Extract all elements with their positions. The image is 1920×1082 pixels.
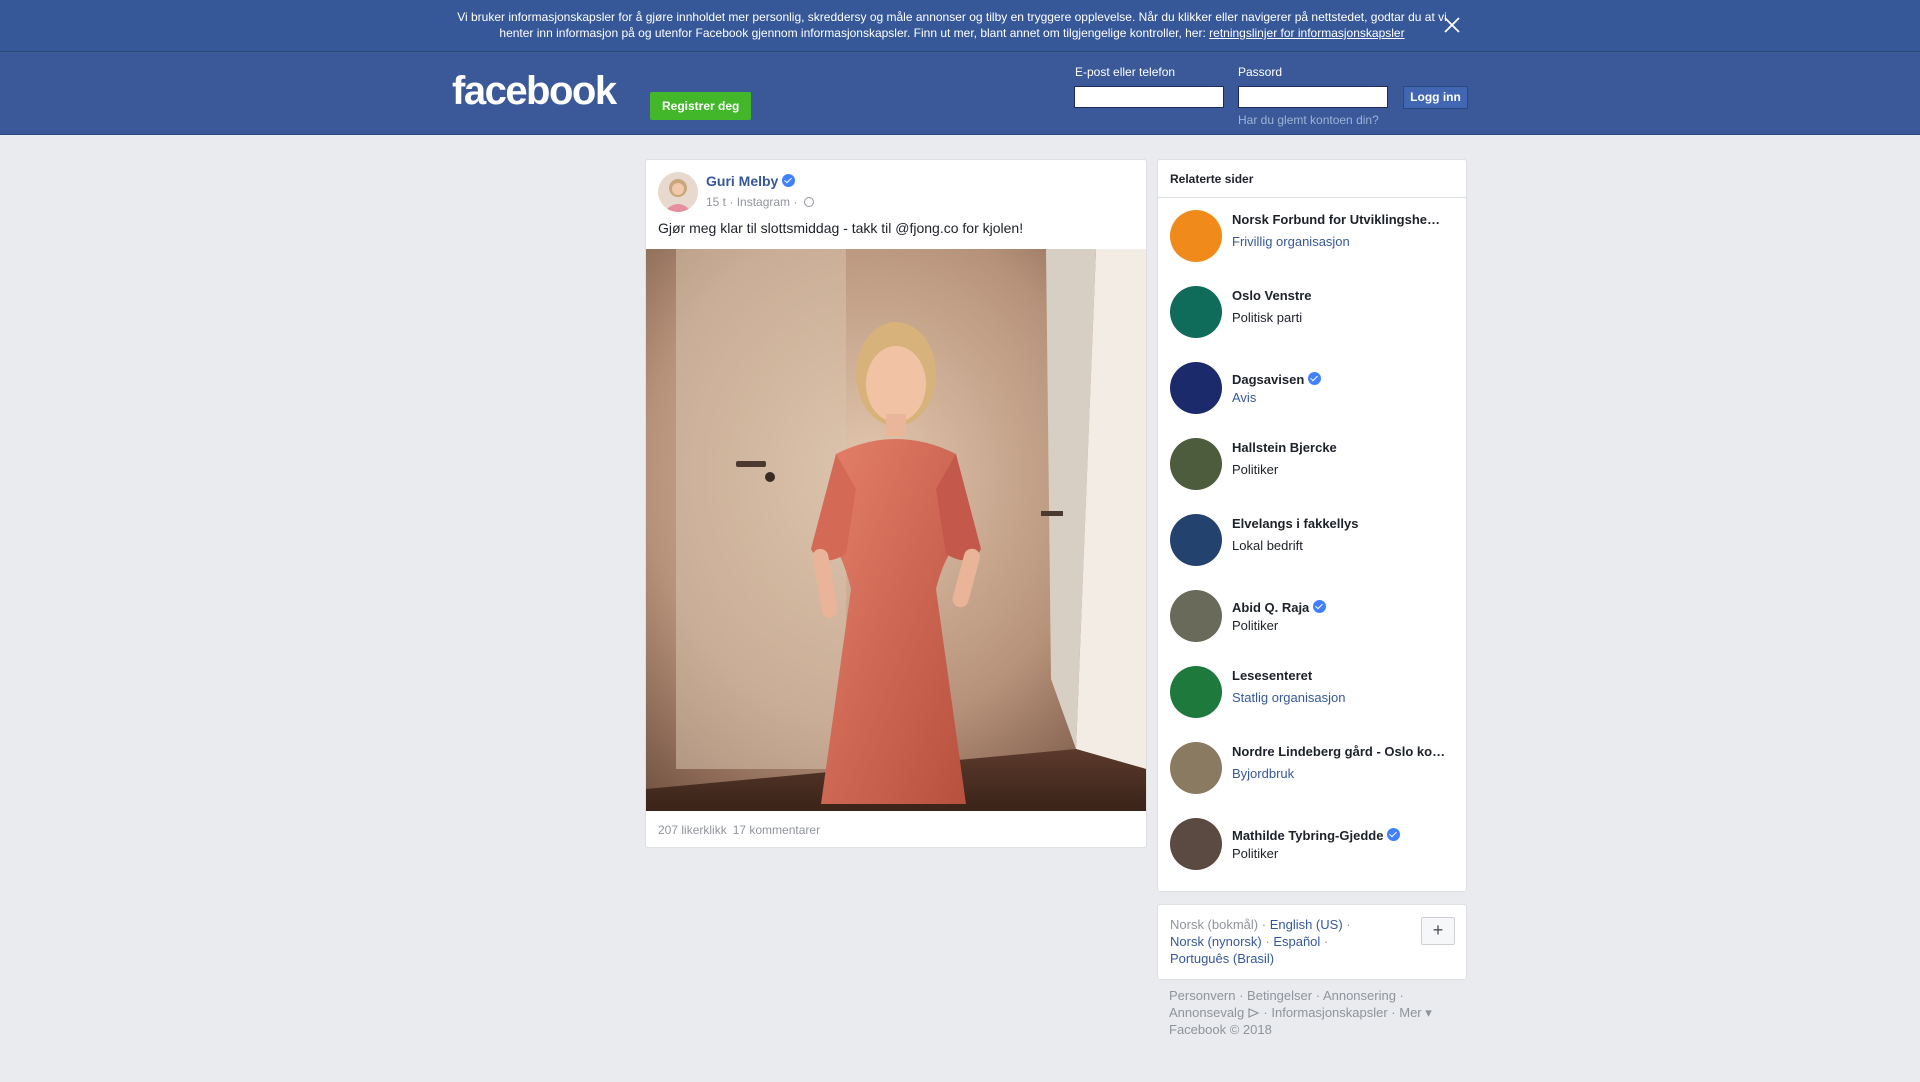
page-avatar[interactable] xyxy=(1170,818,1222,870)
close-icon[interactable] xyxy=(1442,15,1462,35)
post-stats: 207 likerklikk 17 kommentarer xyxy=(658,823,820,837)
cookie-policy-link[interactable]: retningslinjer for informasjonskapsler xyxy=(1209,26,1404,40)
page-name[interactable]: Hallstein Bjercke xyxy=(1232,440,1447,455)
page-name[interactable]: Dagsavisen xyxy=(1232,372,1447,387)
footer-link[interactable]: Mer xyxy=(1399,1005,1421,1020)
top-header: facebook Registrer deg xyxy=(0,52,1920,135)
page-avatar[interactable] xyxy=(1170,666,1222,718)
related-page-item[interactable]: Mathilde Tybring-Gjedde Politiker xyxy=(1170,818,1460,870)
related-page-item[interactable]: Elvelangs i fakkellys Lokal bedrift xyxy=(1170,514,1460,566)
related-page-item[interactable]: Nordre Lindeberg gård - Oslo ko… Byjordbr… xyxy=(1170,742,1460,794)
related-page-item[interactable]: Abid Q. Raja Politiker xyxy=(1170,590,1460,642)
login-button[interactable]: Logg inn xyxy=(1403,86,1468,109)
related-page-item[interactable]: Oslo Venstre Politisk parti xyxy=(1170,286,1460,338)
page-name-text[interactable]: Lesesenteret xyxy=(1232,668,1312,683)
verified-icon xyxy=(1313,600,1327,613)
page-name[interactable]: Norsk Forbund for Utviklingshe… xyxy=(1232,212,1447,227)
cookie-text-block: Vi bruker informasjonskapsler for å gjør… xyxy=(452,9,1452,41)
language-link[interactable]: Español xyxy=(1273,934,1320,949)
page-name-text[interactable]: Norsk Forbund for Utviklingshe… xyxy=(1232,212,1440,227)
likes-count[interactable]: 207 likerklikk xyxy=(658,823,727,837)
page-avatar[interactable] xyxy=(1170,286,1222,338)
register-button[interactable]: Registrer deg xyxy=(650,92,752,120)
page-name-text[interactable]: Elvelangs i fakkellys xyxy=(1232,516,1358,531)
language-current: Norsk (bokmål) xyxy=(1170,917,1259,932)
related-page-item[interactable]: Dagsavisen Avis xyxy=(1170,362,1460,414)
page-name[interactable]: Abid Q. Raja xyxy=(1232,600,1447,615)
post-meta: 15 t · Instagram · xyxy=(706,195,814,209)
email-field[interactable] xyxy=(1074,86,1224,108)
page-name[interactable]: Elvelangs i fakkellys xyxy=(1232,516,1447,531)
page-name[interactable]: Mathilde Tybring-Gjedde xyxy=(1232,828,1447,843)
ad-choices-icon xyxy=(1248,1008,1260,1018)
page-avatar[interactable] xyxy=(1170,590,1222,642)
cookie-banner: Vi bruker informasjonskapsler for å gjør… xyxy=(0,0,1920,52)
post-card: Guri Melby 15 t · Instagram · Gjør meg k… xyxy=(645,159,1147,848)
related-pages-panel: Relaterte sider Norsk Forbund for Utvikl… xyxy=(1157,159,1467,892)
author-name-text[interactable]: Guri Melby xyxy=(706,173,778,189)
page-category[interactable]: Statlig organisasjon xyxy=(1232,690,1345,705)
author-avatar[interactable] xyxy=(658,172,698,212)
page-name-text[interactable]: Hallstein Bjercke xyxy=(1232,440,1337,455)
add-language-button[interactable]: + xyxy=(1421,917,1455,945)
page-avatar[interactable] xyxy=(1170,438,1222,490)
author-name[interactable]: Guri Melby xyxy=(706,173,796,189)
footer-link[interactable]: Informasjonskapsler xyxy=(1271,1005,1387,1020)
copyright: Facebook © 2018 xyxy=(1169,1022,1272,1037)
language-list: Norsk (bokmål) · English (US) · Norsk (n… xyxy=(1170,917,1351,966)
related-page-item[interactable]: Norsk Forbund for Utviklingshe… Frivillig… xyxy=(1170,210,1460,262)
password-label: Passord xyxy=(1238,65,1283,79)
page-name-text[interactable]: Abid Q. Raja xyxy=(1232,600,1309,615)
page-category: Politiker xyxy=(1232,846,1279,861)
language-link[interactable]: English (US) xyxy=(1270,917,1343,932)
page-avatar[interactable] xyxy=(1170,362,1222,414)
email-label: E-post eller telefon xyxy=(1075,65,1176,79)
footer: Personvern · Betingelser · Annonsering ·… xyxy=(1169,988,1432,1037)
page-name[interactable]: Lesesenteret xyxy=(1232,668,1447,683)
related-pages-title: Relaterte sider xyxy=(1158,160,1466,198)
language-link[interactable]: Norsk (nynorsk) xyxy=(1170,934,1262,949)
page-avatar[interactable] xyxy=(1170,742,1222,794)
password-field[interactable] xyxy=(1238,86,1388,108)
page-name[interactable]: Oslo Venstre xyxy=(1232,288,1447,303)
page-name-text[interactable]: Oslo Venstre xyxy=(1232,288,1311,303)
footer-link[interactable]: Annonsevalg xyxy=(1169,1005,1244,1020)
globe-icon xyxy=(803,197,814,207)
forgot-account-link[interactable]: Har du glemt kontoen din? xyxy=(1238,113,1379,127)
language-box: Norsk (bokmål) · English (US) · Norsk (n… xyxy=(1157,904,1467,980)
page-name[interactable]: Nordre Lindeberg gård - Oslo ko… xyxy=(1232,744,1447,759)
facebook-logo[interactable]: facebook xyxy=(452,72,624,112)
post-time[interactable]: 15 t xyxy=(706,195,726,209)
post-text: Gjør meg klar til slottsmiddag - takk ti… xyxy=(658,220,1024,236)
language-link[interactable]: Português (Brasil) xyxy=(1170,951,1274,966)
page-category[interactable]: Avis xyxy=(1232,390,1256,405)
page-category: Politiker xyxy=(1232,462,1279,477)
post-photo[interactable] xyxy=(646,249,1146,811)
footer-link[interactable]: Personvern xyxy=(1169,988,1235,1003)
comments-count[interactable]: 17 kommentarer xyxy=(733,823,820,837)
page-avatar[interactable] xyxy=(1170,210,1222,262)
verified-icon xyxy=(1387,828,1401,841)
page-name-text[interactable]: Mathilde Tybring-Gjedde xyxy=(1232,828,1383,843)
page-name-text[interactable]: Dagsavisen xyxy=(1232,372,1304,387)
svg-text:facebook: facebook xyxy=(452,72,618,112)
post-source[interactable]: Instagram xyxy=(737,195,790,209)
related-page-item[interactable]: Lesesenteret Statlig organisasjon xyxy=(1170,666,1460,718)
footer-link[interactable]: Annonsering xyxy=(1323,988,1396,1003)
page-category: Politisk parti xyxy=(1232,310,1303,325)
footer-link[interactable]: Betingelser xyxy=(1247,988,1312,1003)
page-category: Lokal bedrift xyxy=(1232,538,1303,553)
page-name-text[interactable]: Nordre Lindeberg gård - Oslo ko… xyxy=(1232,744,1445,759)
page-avatar[interactable] xyxy=(1170,514,1222,566)
related-page-item[interactable]: Hallstein Bjercke Politiker xyxy=(1170,438,1460,490)
verified-icon xyxy=(1308,372,1322,385)
page-category[interactable]: Frivillig organisasjon xyxy=(1232,234,1350,249)
page-category[interactable]: Byjordbruk xyxy=(1232,766,1294,781)
verified-icon xyxy=(782,174,796,187)
page-category: Politiker xyxy=(1232,618,1279,633)
